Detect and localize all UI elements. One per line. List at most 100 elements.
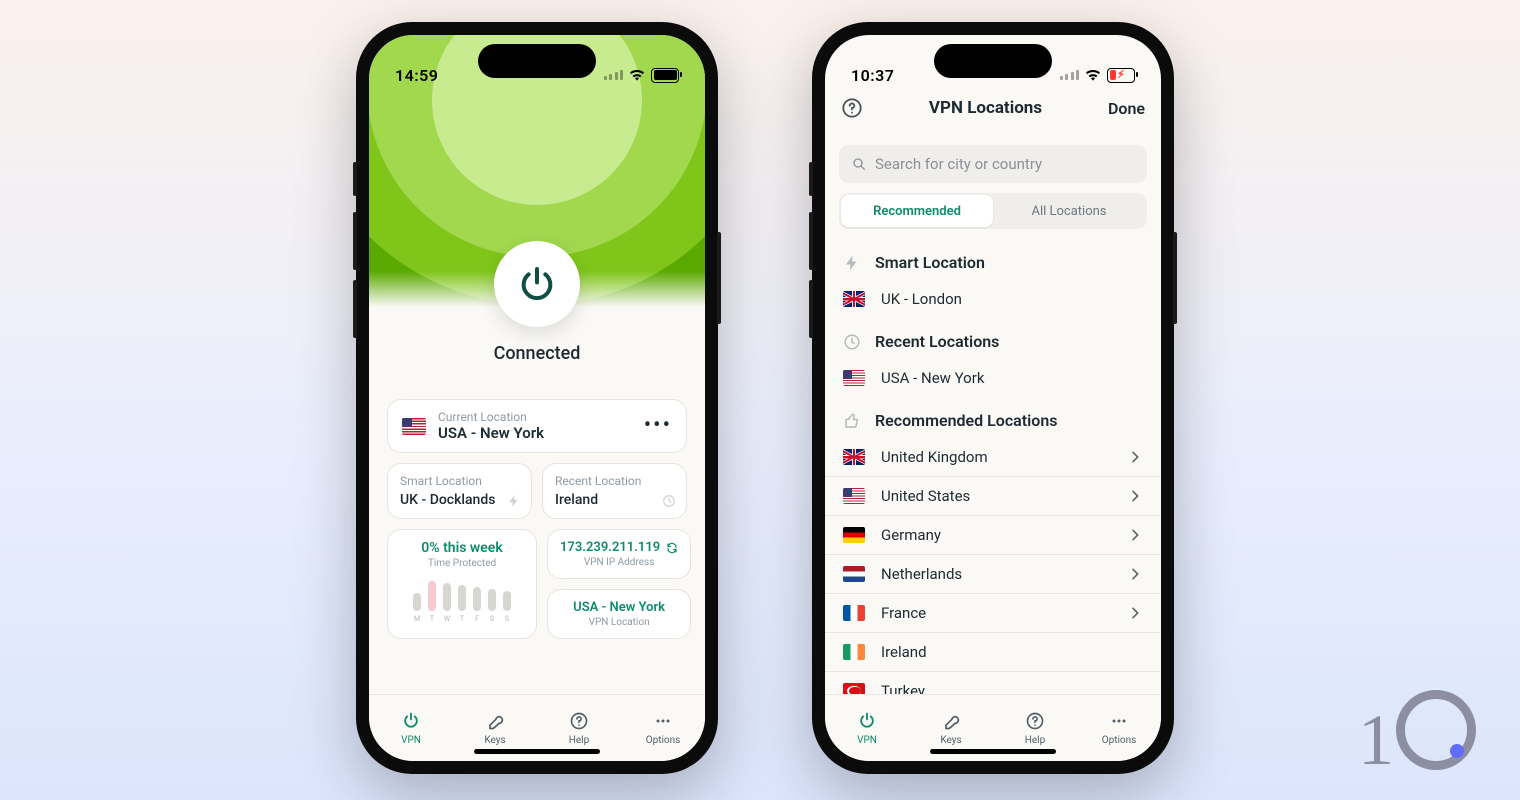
time-protected-days: MTWTFSS	[413, 615, 511, 623]
tab-vpn-label: VPN	[401, 735, 421, 746]
dynamic-island	[478, 44, 596, 78]
bar-day	[473, 587, 481, 611]
phone-connected: 14:59 Connected	[356, 22, 718, 774]
vpn-location-card[interactable]: USA - New York VPN Location	[547, 589, 691, 639]
recent-location-card[interactable]: Recent Location Ireland	[542, 463, 687, 519]
recommended-row[interactable]: Netherlands	[825, 554, 1161, 593]
home-indicator	[474, 749, 600, 754]
nav-title: VPN Locations	[863, 98, 1108, 118]
smart-location-card[interactable]: Smart Location UK - Docklands	[387, 463, 532, 519]
vpn-ip-label: VPN IP Address	[584, 557, 655, 568]
power-button[interactable]	[494, 241, 580, 327]
recommended-row[interactable]: Turkey	[825, 671, 1161, 695]
brand-logo: 1	[1358, 690, 1476, 770]
tab-keys-label: Keys	[484, 735, 505, 746]
country-name: United States	[881, 487, 970, 505]
tab-vpn[interactable]: VPN	[369, 695, 453, 761]
day-label: F	[473, 615, 481, 623]
time-protected-card[interactable]: 0% this week Time Protected MTWTFSS	[387, 529, 537, 639]
recent-location-name: USA - New York	[881, 369, 984, 387]
country-name: United Kingdom	[881, 448, 988, 466]
tab-help-label: Help	[1025, 735, 1045, 746]
refresh-icon	[666, 542, 678, 554]
day-label: M	[413, 615, 421, 623]
clock-icon	[662, 494, 676, 508]
flag-icon	[843, 644, 865, 660]
chevron-right-icon	[1127, 488, 1143, 504]
chevron-right-icon	[1127, 527, 1143, 543]
battery-icon	[651, 68, 679, 83]
done-button[interactable]: Done	[1108, 99, 1145, 118]
dynamic-island	[934, 44, 1052, 78]
day-label: W	[443, 615, 451, 623]
recommended-row[interactable]: Ireland	[825, 632, 1161, 671]
flag-icon	[843, 488, 865, 504]
cellular-icon	[1060, 70, 1080, 80]
help-icon	[1025, 711, 1045, 731]
chevron-right-icon	[1127, 566, 1143, 582]
wifi-icon	[1085, 69, 1101, 81]
bolt-icon	[843, 254, 861, 272]
power-icon	[857, 711, 877, 731]
home-indicator	[930, 749, 1056, 754]
tab-options-label: Options	[646, 735, 681, 746]
day-label: S	[488, 615, 496, 623]
bar-day	[503, 591, 511, 611]
current-location-value: USA - New York	[438, 424, 544, 442]
battery-low-icon: ⚡︎	[1107, 68, 1135, 83]
tab-vpn[interactable]: VPN	[825, 695, 909, 761]
flag-icon	[843, 449, 865, 465]
chevron-right-icon	[1127, 449, 1143, 465]
clock-icon	[843, 333, 861, 351]
section-smart-label: Smart Location	[875, 253, 985, 272]
recommended-row[interactable]: United Kingdom	[825, 438, 1161, 476]
bar-day	[428, 581, 436, 611]
day-label: T	[458, 615, 466, 623]
section-smart: Smart Location	[825, 239, 1161, 280]
chevron-right-icon	[1127, 605, 1143, 621]
segment-recommended[interactable]: Recommended	[841, 195, 993, 227]
tab-options-label: Options	[1102, 735, 1137, 746]
segment-control: Recommended All Locations	[839, 193, 1147, 229]
recommended-row[interactable]: United States	[825, 476, 1161, 515]
bar-day	[458, 585, 466, 611]
smart-location-row[interactable]: UK - London	[825, 280, 1161, 318]
vpn-ip-card[interactable]: 173.239.211.119 VPN IP Address	[547, 529, 691, 579]
flag-icon	[843, 527, 865, 543]
smart-location-name: UK - London	[881, 290, 962, 308]
thumbs-up-icon	[843, 412, 861, 430]
smart-location-label: Smart Location	[400, 474, 519, 488]
smart-location-value: UK - Docklands	[400, 492, 519, 508]
tab-vpn-label: VPN	[857, 735, 877, 746]
wifi-icon	[629, 69, 645, 81]
search-input[interactable]: Search for city or country	[839, 145, 1147, 183]
more-icon[interactable]: •••	[644, 421, 672, 431]
ellipsis-icon	[653, 711, 673, 731]
status-time: 14:59	[395, 66, 438, 85]
section-recommended: Recommended Locations	[825, 397, 1161, 438]
tab-options[interactable]: Options	[1077, 695, 1161, 761]
time-protected-percent: 0% this week	[421, 540, 502, 556]
power-icon	[401, 711, 421, 731]
flag-icon	[402, 418, 426, 435]
locations-list: Smart Location UK - London Recent Locati…	[825, 239, 1161, 695]
recommended-row[interactable]: France	[825, 593, 1161, 632]
current-location-label: Current Location	[438, 410, 544, 424]
search-icon	[851, 156, 867, 172]
section-recommended-label: Recommended Locations	[875, 411, 1058, 430]
recommended-row[interactable]: Germany	[825, 515, 1161, 554]
recent-location-value: Ireland	[555, 492, 674, 508]
stage: 14:59 Connected	[0, 0, 1520, 800]
section-recent-label: Recent Locations	[875, 332, 999, 351]
connection-status-label: Connected	[369, 343, 705, 364]
bar-day	[443, 583, 451, 611]
day-label: T	[428, 615, 436, 623]
current-location-card[interactable]: Current Location USA - New York •••	[387, 399, 687, 453]
segment-all[interactable]: All Locations	[993, 195, 1145, 227]
tab-options[interactable]: Options	[621, 695, 705, 761]
country-name: France	[881, 604, 926, 622]
vpn-location-value: USA - New York	[573, 600, 665, 615]
flag-icon	[843, 370, 865, 386]
recent-location-row[interactable]: USA - New York	[825, 359, 1161, 397]
bolt-icon	[507, 494, 521, 508]
